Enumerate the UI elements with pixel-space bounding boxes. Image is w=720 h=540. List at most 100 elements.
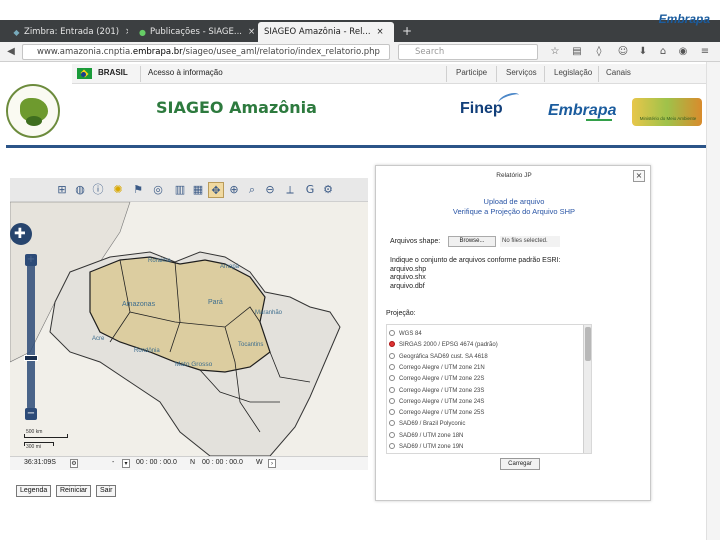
zoom-in-icon[interactable]: ⊕ — [226, 182, 242, 198]
url-prefix: www.amazonia.cnptia. — [37, 47, 133, 57]
relatorio-dialog: Relatório JP × Upload de arquivo Verifiq… — [375, 165, 651, 501]
projection-option[interactable]: SAD69 / UTM zone 19N — [389, 442, 463, 452]
tab-publicacoes[interactable]: ● Publicações - SIAGE... × — [132, 22, 254, 42]
layers-icon[interactable]: ⊞ — [54, 182, 70, 198]
projection-option[interactable]: SAD69 / UTM zone 18N — [389, 431, 463, 441]
projection-option-label: Corrego Alegre / UTM zone 23S — [399, 387, 485, 394]
new-tab-button[interactable]: + — [398, 22, 416, 40]
coord-go-icon[interactable]: › — [268, 459, 276, 468]
info-icon[interactable]: ⓘ — [90, 182, 106, 198]
map-label-amazonas: Amazonas — [122, 301, 156, 308]
url-input[interactable]: www.amazonia.cnptia.embrapa.br/siageo/us… — [22, 44, 390, 60]
zoom-out-icon[interactable]: ⊖ — [262, 182, 278, 198]
projection-option[interactable]: Corrego Alegre / UTM zone 24S — [389, 397, 484, 407]
star-icon[interactable]: ☆ — [548, 45, 562, 59]
grid-icon[interactable]: ▦ — [190, 182, 206, 198]
zoom-slider-rail[interactable] — [27, 255, 35, 410]
logo-leaf — [26, 116, 42, 126]
gov-link-participe[interactable]: Participe — [456, 68, 487, 77]
search-input[interactable]: Search — [398, 44, 538, 60]
pan-tool-icon[interactable]: ✥ — [208, 182, 224, 198]
legenda-button[interactable]: Legenda — [16, 485, 52, 497]
tab-zimbra[interactable]: ◆ Zimbra: Entrada (201) × — [6, 22, 128, 42]
pin-icon[interactable]: ⚑ — [130, 182, 146, 198]
instructions: Indique o conjunto de arquivos conforme … — [390, 257, 560, 291]
projection-scrollbar[interactable] — [583, 325, 591, 453]
download-icon[interactable]: ⬇ — [636, 45, 650, 59]
coord-dropdown-icon[interactable]: ▾ — [122, 459, 130, 468]
radio-button[interactable] — [389, 341, 395, 348]
lock-icon[interactable]: ◊ — [592, 45, 606, 59]
flag-globe — [81, 72, 86, 77]
gov-separator — [446, 66, 447, 82]
back-icon[interactable]: ◀ — [4, 44, 18, 60]
map-label-mato-grosso: Mato Grosso — [175, 361, 213, 368]
radio-button[interactable] — [389, 443, 395, 449]
projection-option-label: Corrego Alegre / UTM zone 24S — [399, 398, 485, 405]
projection-option[interactable]: Geográfica SAD69 cust. SA 4618 — [389, 352, 488, 362]
gov-link-legislacao[interactable]: Legislação — [554, 68, 592, 77]
close-icon[interactable]: × — [125, 27, 128, 37]
gov-access-link[interactable]: Acesso à informação — [148, 68, 223, 77]
pocket-icon[interactable]: ◉ — [676, 45, 690, 59]
gov-country[interactable]: BRASIL — [98, 68, 128, 77]
sair-button[interactable]: Sair — [96, 485, 117, 497]
projection-option[interactable]: Corrego Alegre / UTM zone 23S — [389, 386, 484, 396]
radio-button[interactable] — [389, 375, 395, 382]
radio-button[interactable] — [389, 352, 395, 359]
extension-icon[interactable]: ☺ — [616, 45, 630, 59]
radio-button[interactable] — [389, 386, 395, 393]
pan-control-icon[interactable] — [10, 223, 32, 245]
carregar-button[interactable]: Carregar — [500, 458, 540, 470]
bulb-icon[interactable]: ✺ — [110, 182, 126, 198]
globe-icon[interactable]: ◎ — [150, 182, 166, 198]
google-icon[interactable]: G — [302, 182, 318, 198]
projection-option[interactable]: Corrego Alegre / UTM zone 21N — [389, 363, 485, 373]
embrapa-logo[interactable]: Embrapa — [548, 102, 616, 120]
tab-siageo[interactable]: SIAGEO Amazônia - Rel... × — [258, 22, 394, 42]
menu-icon[interactable]: ≡ — [698, 45, 712, 59]
close-icon[interactable]: × — [248, 27, 254, 37]
zoom-box-icon[interactable]: ⌕ — [244, 182, 260, 198]
ministerio-logo[interactable] — [632, 98, 702, 126]
home-icon[interactable]: ⌂ — [656, 45, 670, 59]
zoom-slider-handle[interactable] — [24, 355, 38, 361]
projection-option[interactable]: SAD69 / Brazil Polyconic — [389, 419, 465, 429]
projection-option[interactable]: Corrego Alegre / UTM zone 25S — [389, 408, 484, 418]
zimbra-icon: ◆ — [13, 28, 20, 37]
close-icon[interactable]: × — [377, 27, 384, 37]
projection-option[interactable]: Corrego Alegre / UTM zone 22S — [389, 374, 484, 384]
radio-button[interactable] — [389, 397, 395, 404]
scrollbar-thumb[interactable] — [585, 327, 591, 361]
finep-logo[interactable]: Finep — [460, 100, 503, 118]
projection-list[interactable]: WGS 84 SIRGAS 2000 / EPSG 4674 (padrão) Ge… — [386, 324, 592, 454]
radio-button[interactable] — [389, 409, 395, 416]
coord-value: 36:31:09S — [24, 459, 56, 466]
map-canvas[interactable]: Roraima Amapá Amazonas Pará Maranhão Acr… — [10, 202, 368, 456]
shape-files-label: Arquivos shape: — [390, 238, 441, 245]
siageo-logo[interactable] — [6, 84, 60, 138]
page-scrollbar[interactable] — [706, 62, 720, 540]
coord-settings-icon[interactable]: ⚙ — [70, 459, 78, 468]
highlight-icon[interactable]: ◍ — [72, 182, 88, 198]
url-path: /siageo/usee_aml/relatorio/index_relator… — [182, 47, 380, 57]
print-icon[interactable]: ▥ — [172, 182, 188, 198]
gov-separator — [598, 66, 599, 82]
projection-option[interactable]: WGS 84 — [389, 329, 422, 339]
zoom-minus-button[interactable]: − — [25, 408, 37, 420]
measure-icon[interactable]: ⟂ — [282, 182, 298, 198]
close-icon[interactable]: × — [633, 170, 645, 182]
settings-icon[interactable]: ⚙ — [320, 182, 336, 198]
reiniciar-button[interactable]: Reiniciar — [56, 485, 92, 497]
projection-option[interactable]: SIRGAS 2000 / EPSG 4674 (padrão) — [389, 340, 498, 350]
gov-link-canais[interactable]: Canais — [606, 68, 631, 77]
coord-zoom[interactable]: - — [112, 459, 114, 466]
radio-button[interactable] — [389, 420, 395, 427]
gov-link-servicos[interactable]: Serviços — [506, 68, 537, 77]
clipboard-icon[interactable]: ▤ — [570, 45, 584, 59]
radio-button[interactable] — [389, 330, 395, 336]
radio-button[interactable] — [389, 363, 395, 370]
browse-button[interactable]: Browse... — [448, 236, 496, 247]
radio-button[interactable] — [389, 431, 395, 438]
slide-root: Embrapa ◆ Zimbra: Entrada (201) × ● Publica… — [0, 0, 720, 540]
